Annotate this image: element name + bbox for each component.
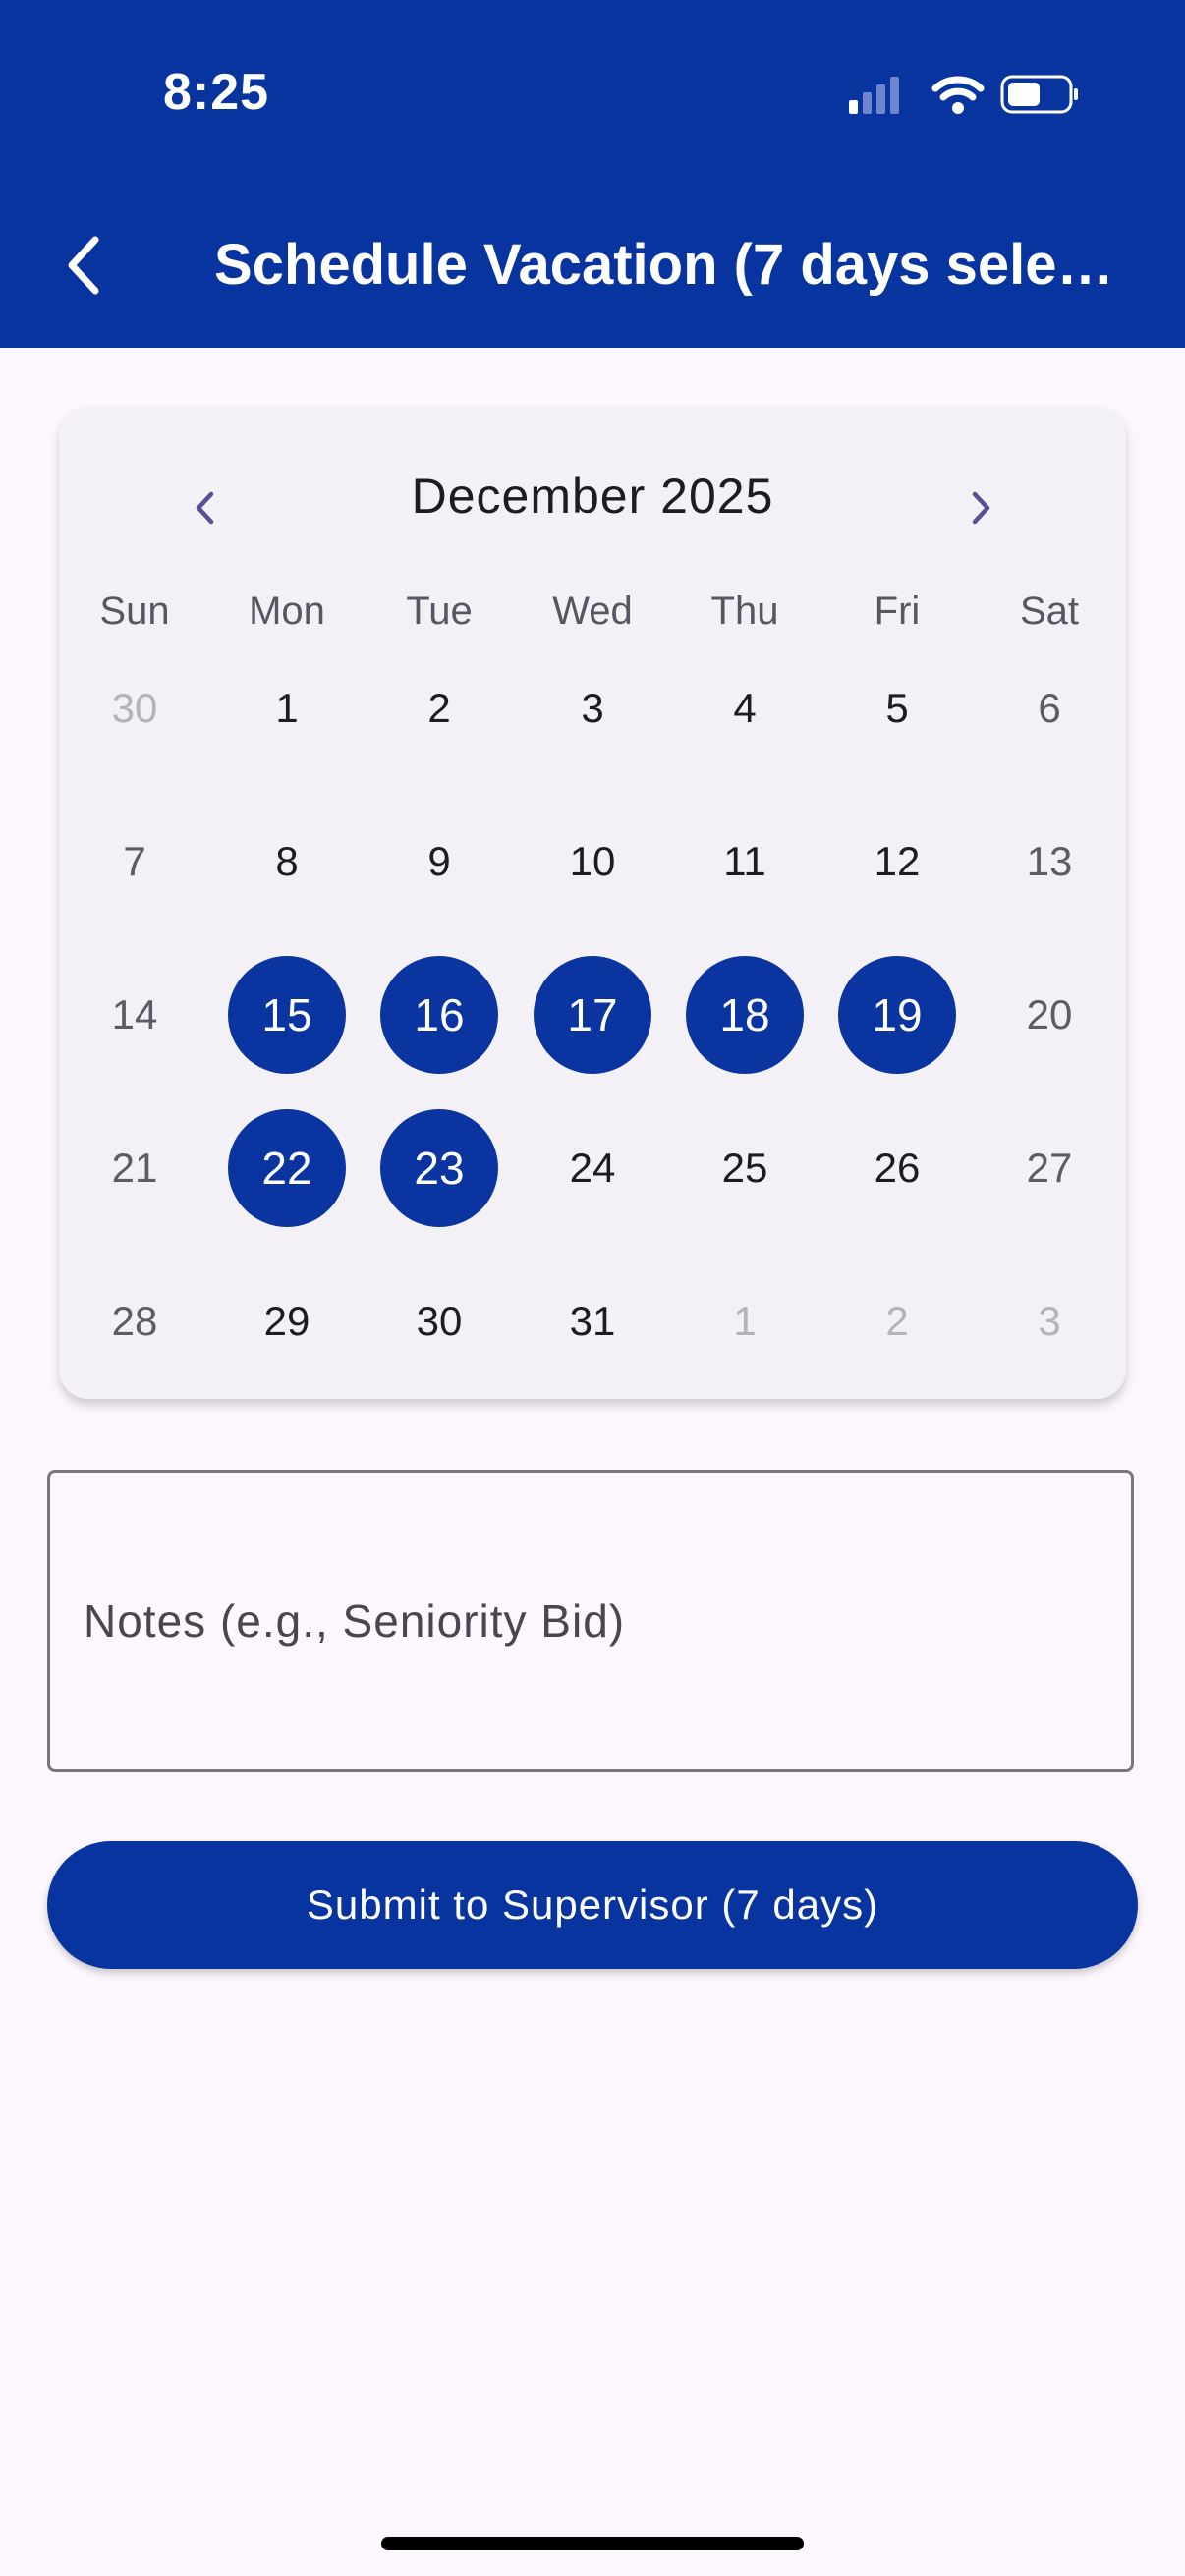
calendar-day-selected[interactable]: 15 xyxy=(228,956,346,1074)
battery-icon xyxy=(1000,75,1078,114)
calendar-day[interactable]: 14 xyxy=(76,956,194,1074)
chevron-left-icon xyxy=(68,236,99,295)
calendar-day[interactable]: 30 xyxy=(380,1262,498,1380)
calendar-day[interactable]: 3 xyxy=(990,1262,1108,1380)
calendar-day[interactable]: 9 xyxy=(380,803,498,921)
calendar-day-selected[interactable]: 19 xyxy=(838,956,956,1074)
calendar-day[interactable]: 10 xyxy=(534,803,651,921)
calendar-day[interactable]: 2 xyxy=(380,649,498,767)
submit-to-supervisor-button[interactable]: Submit to Supervisor (7 days) xyxy=(47,1841,1138,1969)
cellular-signal-icon xyxy=(849,77,899,114)
notes-placeholder: Notes (e.g., Seniority Bid) xyxy=(84,1596,626,1647)
calendar-day[interactable]: 31 xyxy=(534,1262,651,1380)
calendar-day[interactable]: 29 xyxy=(228,1262,346,1380)
home-indicator[interactable] xyxy=(381,2537,804,2550)
calendar-card: December 2025 Sun Mon Tue Wed Thu Fri Sa… xyxy=(59,407,1126,1399)
calendar-day[interactable]: 8 xyxy=(228,803,346,921)
next-month-button[interactable] xyxy=(946,464,1015,552)
submit-button-label: Submit to Supervisor (7 days) xyxy=(306,1881,879,1928)
calendar-day[interactable]: 24 xyxy=(534,1109,651,1227)
calendar-day[interactable]: 3 xyxy=(534,649,651,767)
calendar-day[interactable]: 21 xyxy=(76,1109,194,1227)
calendar-day[interactable]: 27 xyxy=(990,1109,1108,1227)
weekday-label: Sun xyxy=(99,589,170,633)
calendar-day[interactable]: 30 xyxy=(76,649,194,767)
back-button[interactable] xyxy=(49,221,118,309)
status-icons xyxy=(845,71,1081,120)
calendar-day[interactable]: 25 xyxy=(686,1109,804,1227)
calendar-day[interactable]: 28 xyxy=(76,1262,194,1380)
calendar-day[interactable]: 1 xyxy=(228,649,346,767)
calendar-day[interactable]: 26 xyxy=(838,1109,956,1227)
app-bar: 8:25 Schedule Vacation (7 days selected) xyxy=(0,0,1185,348)
calendar-day[interactable]: 2 xyxy=(838,1262,956,1380)
weekday-label: Fri xyxy=(874,589,921,633)
calendar-day[interactable]: 6 xyxy=(990,649,1108,767)
calendar-day-selected[interactable]: 17 xyxy=(534,956,651,1074)
calendar-day[interactable]: 4 xyxy=(686,649,804,767)
notes-input[interactable]: Notes (e.g., Seniority Bid) xyxy=(47,1470,1134,1772)
weekday-label: Sat xyxy=(1019,589,1080,633)
calendar-day[interactable]: 13 xyxy=(990,803,1108,921)
weekday-label: Tue xyxy=(406,589,473,633)
wifi-icon xyxy=(931,76,985,114)
chevron-right-icon xyxy=(972,491,990,525)
calendar-day-selected[interactable]: 22 xyxy=(228,1109,346,1227)
calendar-day[interactable]: 11 xyxy=(686,803,804,921)
calendar-day[interactable]: 5 xyxy=(838,649,956,767)
calendar-day-selected[interactable]: 18 xyxy=(686,956,804,1074)
calendar-day[interactable]: 7 xyxy=(76,803,194,921)
calendar-day[interactable]: 12 xyxy=(838,803,956,921)
calendar-day-selected[interactable]: 23 xyxy=(380,1109,498,1227)
calendar-day-selected[interactable]: 16 xyxy=(380,956,498,1074)
calendar-day[interactable]: 1 xyxy=(686,1262,804,1380)
weekday-label: Mon xyxy=(249,589,325,633)
weekday-label: Thu xyxy=(710,589,779,633)
weekday-label: Wed xyxy=(552,589,633,633)
status-time: 8:25 xyxy=(163,64,270,121)
page-title: Schedule Vacation (7 days selected) xyxy=(214,233,1138,297)
calendar-day[interactable]: 20 xyxy=(990,956,1108,1074)
